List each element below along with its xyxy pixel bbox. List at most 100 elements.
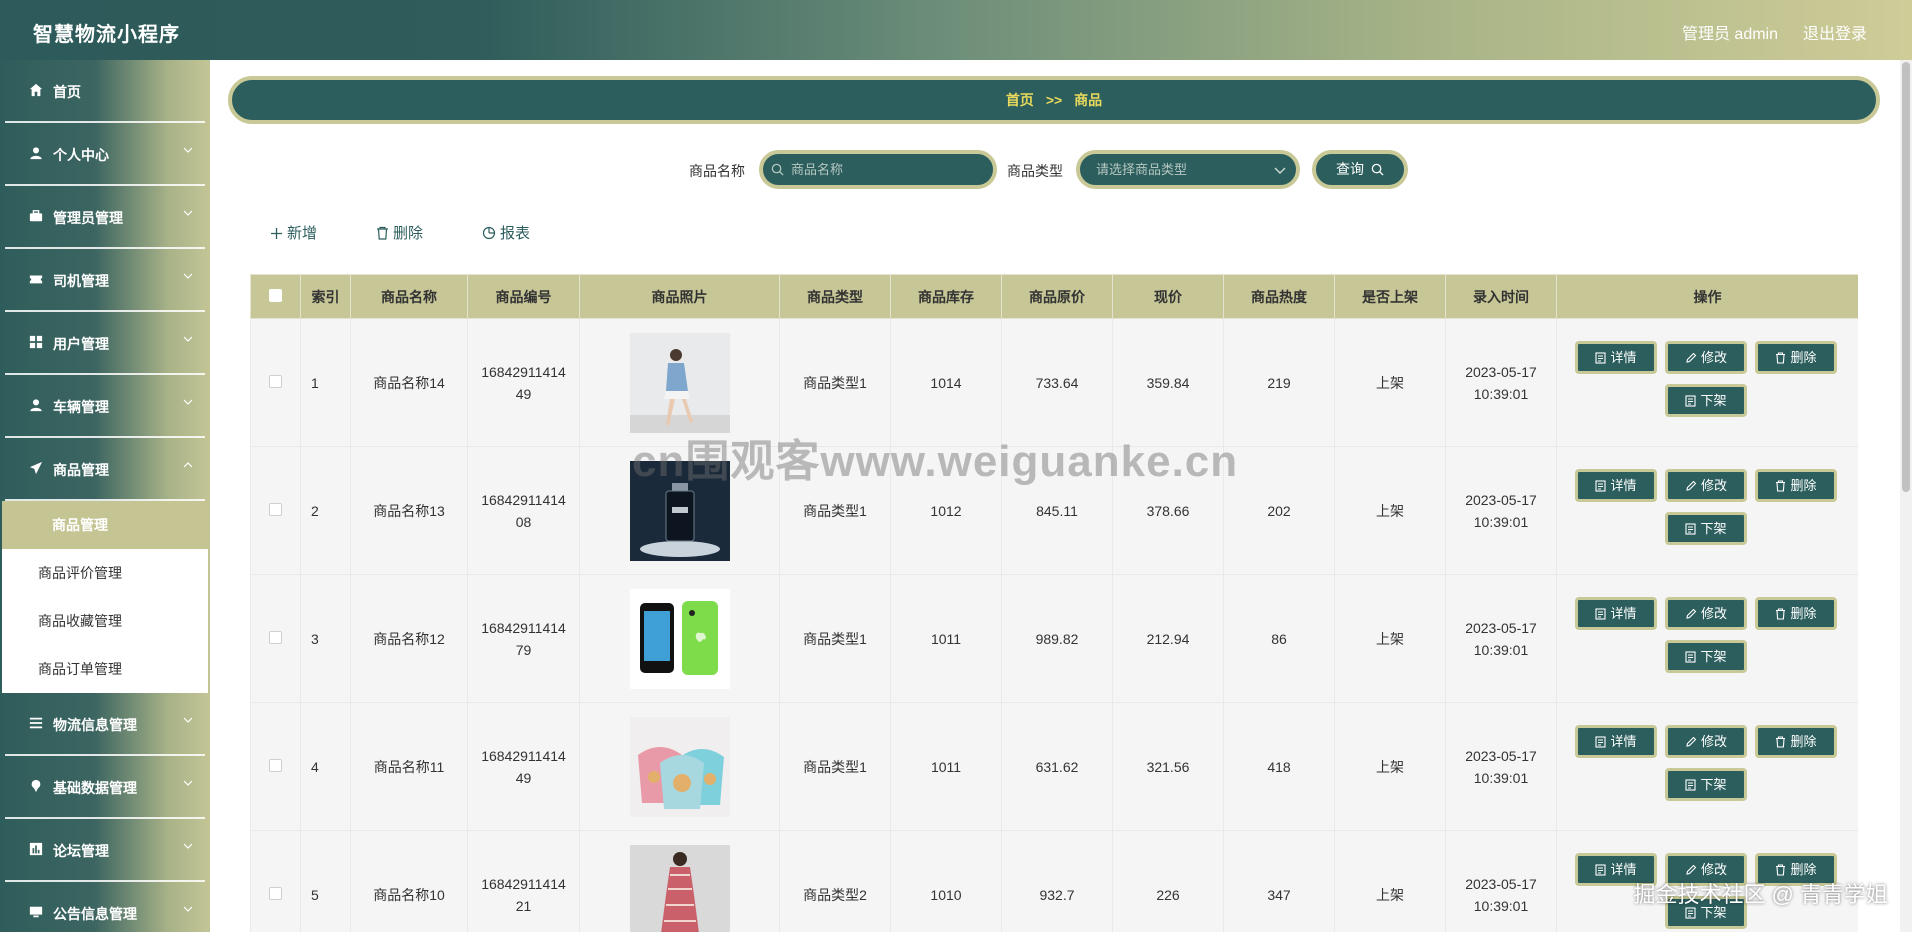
cell-code-text: 1684291141408 xyxy=(481,491,566,530)
submenu-item-goods-review[interactable]: 商品评价管理 xyxy=(2,549,208,597)
sidebar-item-forum[interactable]: 论坛管理 xyxy=(5,819,205,882)
goods-name-input[interactable]: 商品名称 xyxy=(759,150,997,189)
cell-code: 1684291141421 xyxy=(467,830,580,932)
sidebar-item-admin-management[interactable]: 管理员管理 xyxy=(5,186,205,249)
submenu-item-goods-favorite[interactable]: 商品收藏管理 xyxy=(2,597,208,645)
submenu-item-goods[interactable]: 商品管理 xyxy=(2,501,208,549)
goods-name-placeholder: 商品名称 xyxy=(791,162,844,177)
edit-button-label: 修改 xyxy=(1700,734,1727,749)
delete-row-button[interactable]: 删除 xyxy=(1755,469,1837,502)
cups-photo[interactable] xyxy=(629,716,730,817)
off-shelf-button[interactable]: 下架 xyxy=(1665,640,1747,673)
delete-row-button[interactable]: 删除 xyxy=(1755,725,1837,758)
off-shelf-button[interactable]: 下架 xyxy=(1665,896,1747,929)
sidebar-item-announcement[interactable]: 公告信息管理 xyxy=(5,882,205,932)
trash-icon xyxy=(1776,864,1786,876)
add-button[interactable]: 新增 xyxy=(270,222,317,243)
cell-code: 1684291141479 xyxy=(467,574,580,703)
goods-table: 索引 商品名称 商品编号 商品照片 商品类型 商品库存 商品原价 现价 商品热度… xyxy=(250,274,1858,932)
chevron-down-icon xyxy=(183,780,193,786)
cell-time: 2023-05-17 10:39:01 xyxy=(1445,318,1557,447)
delete-button[interactable]: 删除 xyxy=(376,222,423,243)
cell-index: 5 xyxy=(300,830,351,932)
edit-button[interactable]: 修改 xyxy=(1665,853,1747,886)
chart-icon xyxy=(29,842,43,856)
cell-price: 359.84 xyxy=(1112,318,1224,447)
add-button-label: 新增 xyxy=(287,225,318,242)
breadcrumb-current: 商品 xyxy=(1074,92,1103,108)
bottle-photo[interactable] xyxy=(629,460,730,561)
edit-button[interactable]: 修改 xyxy=(1665,725,1747,758)
detail-button[interactable]: 详情 xyxy=(1575,469,1657,502)
cell-time-text: 2023-05-17 10:39:01 xyxy=(1465,363,1537,402)
trash-icon xyxy=(377,226,388,240)
goods-type-label: 商品类型 xyxy=(1007,163,1063,179)
delete-row-button[interactable]: 删除 xyxy=(1755,341,1837,374)
sidebar-item-home[interactable]: 首页 xyxy=(5,60,205,123)
phone-photo[interactable] xyxy=(629,588,730,689)
dress-photo[interactable] xyxy=(629,844,730,932)
column-header: 商品热度 xyxy=(1223,274,1335,319)
cell-type: 商品类型1 xyxy=(779,574,891,703)
detail-button-label: 详情 xyxy=(1610,606,1637,621)
cell-on-sale: 上架 xyxy=(1334,702,1446,831)
document-icon xyxy=(1685,907,1697,919)
cell-photo xyxy=(579,318,780,447)
row-select-cell xyxy=(250,318,301,447)
detail-button[interactable]: 详情 xyxy=(1575,341,1657,374)
delete-row-button[interactable]: 删除 xyxy=(1755,853,1837,886)
row-select-cell xyxy=(250,830,301,932)
cell-stock: 1010 xyxy=(890,830,1002,932)
row-checkbox[interactable] xyxy=(269,886,282,900)
detail-button[interactable]: 详情 xyxy=(1575,597,1657,630)
logout-link[interactable]: 退出登录 xyxy=(1803,20,1867,44)
sidebar-item-vehicle-management[interactable]: 车辆管理 xyxy=(5,375,205,438)
detail-button[interactable]: 详情 xyxy=(1575,725,1657,758)
cell-price: 321.56 xyxy=(1112,702,1224,831)
sidebar-item-basic-data[interactable]: 基础数据管理 xyxy=(5,756,205,819)
goods-type-select[interactable]: 请选择商品类型 xyxy=(1076,150,1300,189)
edit-button[interactable]: 修改 xyxy=(1665,469,1747,502)
row-checkbox[interactable] xyxy=(269,374,282,388)
off-shelf-button[interactable]: 下架 xyxy=(1665,512,1747,545)
column-header: 操作 xyxy=(1556,274,1858,319)
person-photo[interactable] xyxy=(629,332,730,433)
cell-stock: 1011 xyxy=(890,702,1002,831)
row-checkbox[interactable] xyxy=(269,502,282,516)
edit-button[interactable]: 修改 xyxy=(1665,341,1747,374)
sidebar-item-label: 首页 xyxy=(53,84,81,100)
column-header: 现价 xyxy=(1112,274,1224,319)
cell-photo xyxy=(579,574,780,703)
edit-button-label: 修改 xyxy=(1700,478,1727,493)
query-button[interactable]: 查询 xyxy=(1312,150,1408,189)
sidebar-item-logistics[interactable]: 物流信息管理 xyxy=(5,693,205,756)
page-scrollbar-thumb[interactable] xyxy=(1902,62,1910,492)
chevron-down-icon xyxy=(183,906,193,912)
report-button[interactable]: 报表 xyxy=(482,222,530,243)
chevron-down-icon xyxy=(183,336,193,342)
breadcrumb-home[interactable]: 首页 xyxy=(1006,92,1034,108)
off-shelf-button[interactable]: 下架 xyxy=(1665,768,1747,801)
sidebar-item-driver-management[interactable]: 司机管理 xyxy=(5,249,205,312)
sidebar-item-goods-management[interactable]: 商品管理 xyxy=(5,438,205,501)
document-icon xyxy=(1595,608,1607,620)
document-icon xyxy=(1685,651,1697,663)
cell-operations: 详情 修改 删除 下架 xyxy=(1556,574,1858,703)
chevron-down-icon xyxy=(183,273,193,279)
delete-row-button[interactable]: 删除 xyxy=(1755,597,1837,630)
off-shelf-button[interactable]: 下架 xyxy=(1665,384,1747,417)
row-checkbox[interactable] xyxy=(269,758,282,772)
trash-icon xyxy=(1776,736,1786,748)
submenu-item-goods-order[interactable]: 商品订单管理 xyxy=(2,645,208,693)
off-shelf-button-label: 下架 xyxy=(1700,905,1727,920)
cell-code: 1684291141449 xyxy=(467,702,580,831)
edit-button[interactable]: 修改 xyxy=(1665,597,1747,630)
select-all-checkbox[interactable] xyxy=(269,288,282,302)
sidebar-item-label: 司机管理 xyxy=(53,273,109,289)
row-checkbox[interactable] xyxy=(269,630,282,644)
sidebar-item-user-management[interactable]: 用户管理 xyxy=(5,312,205,375)
document-icon xyxy=(1595,480,1607,492)
detail-button[interactable]: 详情 xyxy=(1575,853,1657,886)
column-header: 商品照片 xyxy=(579,274,780,319)
cell-stock: 1014 xyxy=(890,318,1002,447)
